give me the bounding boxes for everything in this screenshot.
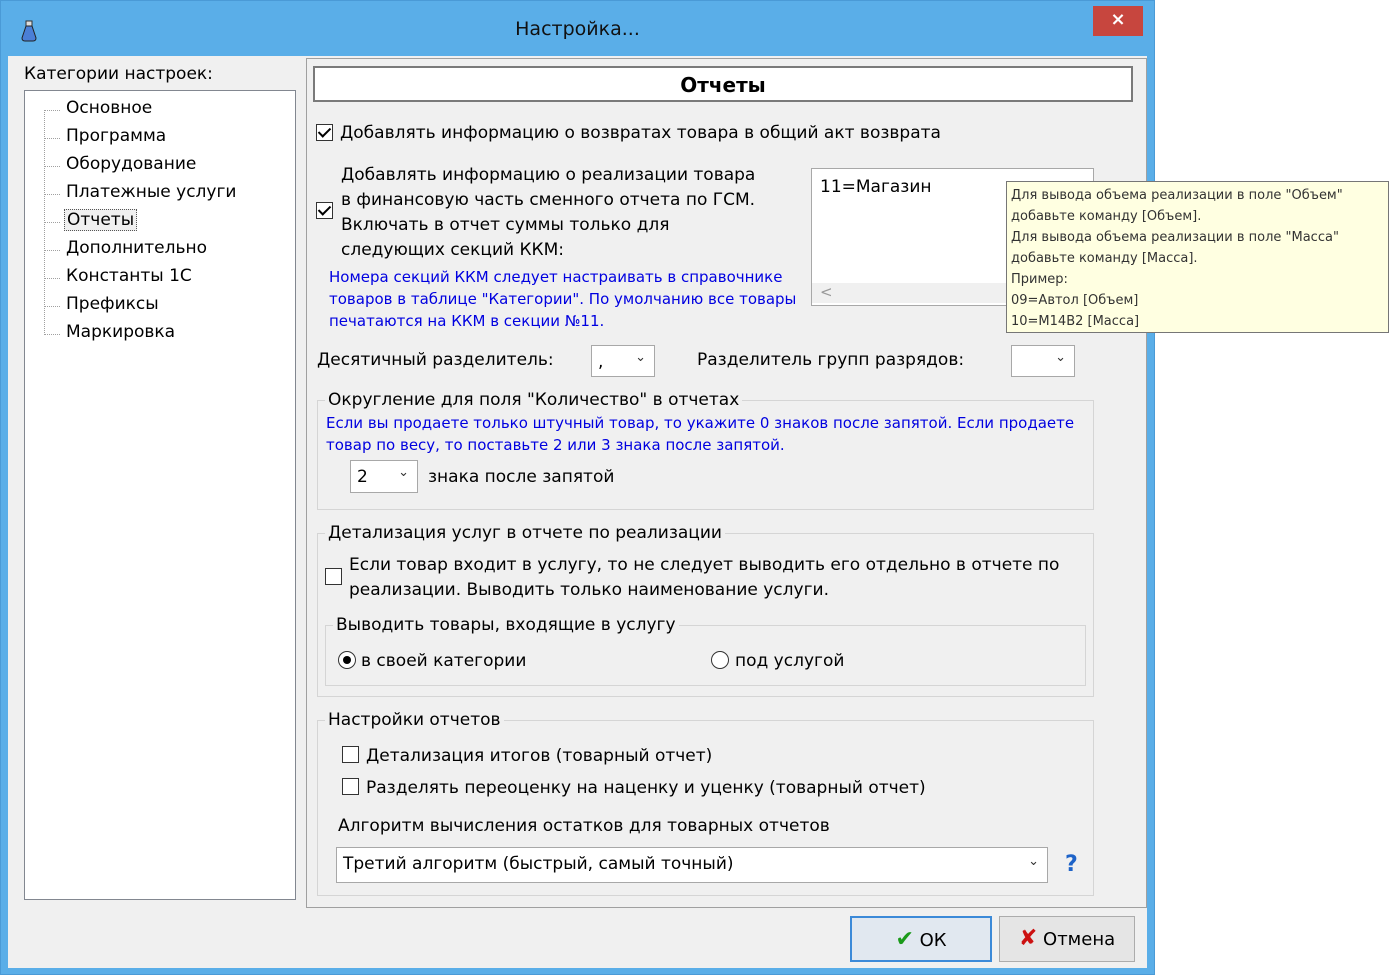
cancel-label: Отмена — [1043, 929, 1116, 950]
tooltip-line: Для вывода объема реализации в поле "Объ… — [1011, 188, 1343, 203]
checkmark-icon: ✔ — [895, 927, 914, 952]
tree-connector — [44, 334, 60, 335]
service-output-title: Выводить товары, входящие в услугу — [333, 615, 679, 635]
service-items-checkbox[interactable] — [325, 568, 342, 585]
window-title: Настройка... — [515, 18, 640, 40]
returns-checkbox[interactable] — [316, 124, 333, 141]
tooltip-line: добавьте команду [Масса]. — [1011, 251, 1198, 266]
report-settings-title: Настройки отчетов — [325, 710, 504, 730]
tree-connector — [44, 166, 60, 167]
sales-label-line2: в финансовую часть сменного отчета по ГС… — [341, 190, 756, 210]
cross-icon: ✘ — [1018, 926, 1038, 951]
tooltip-line: Для вывода объема реализации в поле "Мас… — [1011, 230, 1339, 245]
sales-label-line4: следующих секций ККМ: — [341, 240, 565, 260]
returns-label: Добавлять информацию о возвратах товара … — [340, 123, 941, 143]
tree-connector — [44, 110, 60, 111]
hint-tooltip: Для вывода объема реализации в поле "Объ… — [1006, 181, 1389, 333]
tooltip-line: добавьте команду [Объем]. — [1011, 209, 1202, 224]
under-service-label: под услугой — [735, 651, 845, 671]
tree-connector — [44, 278, 60, 279]
ok-label: ОК — [919, 930, 947, 951]
tree-connector — [44, 194, 60, 195]
help-icon[interactable]: ? — [1065, 852, 1078, 877]
tooltip-line: Пример: — [1011, 272, 1068, 287]
revaluation-split-label: Разделять переоценку на наценку и уценку… — [366, 778, 926, 798]
horizontal-scrollbar[interactable]: < — [812, 283, 1012, 303]
chevron-down-icon: ⌄ — [1055, 350, 1066, 365]
revaluation-split-checkbox[interactable] — [342, 778, 359, 795]
kkm-sections-value: 11=Магазин — [820, 177, 932, 197]
group-separator-select[interactable]: ⌄ — [1011, 345, 1075, 377]
scroll-left-icon[interactable]: < — [820, 283, 833, 301]
tree-item-prefixes[interactable]: Префиксы — [64, 294, 161, 314]
tree-item-program[interactable]: Программа — [64, 126, 168, 146]
tree-item-equipment[interactable]: Оборудование — [64, 154, 198, 174]
decimal-separator-select[interactable]: , ⌄ — [591, 345, 655, 377]
decimal-separator-label: Десятичный разделитель: — [317, 350, 554, 370]
sections-hint-line1: Номера секций ККМ следует настраивать в … — [329, 268, 783, 286]
close-button[interactable]: × — [1093, 6, 1143, 36]
sections-hint-line2: товаров в таблице "Категории". По умолча… — [329, 290, 797, 308]
ok-button[interactable]: ✔ ОК — [850, 916, 992, 962]
chevron-down-icon: ⌄ — [1028, 854, 1039, 869]
own-category-label: в своей категории — [361, 651, 527, 671]
decimal-places-value: 2 — [357, 467, 368, 487]
rounding-group-title: Округление для поля "Количество" в отчет… — [325, 390, 743, 410]
chevron-down-icon: ⌄ — [635, 350, 646, 365]
service-items-label-line1: Если товар входит в услугу, то не следуе… — [349, 555, 1060, 575]
tree-item-payment-services[interactable]: Платежные услуги — [64, 182, 238, 202]
group-separator-label: Разделитель групп разрядов: — [697, 350, 965, 370]
decimal-places-suffix: знака после запятой — [428, 467, 615, 487]
tree-item-marking[interactable]: Маркировка — [64, 322, 177, 342]
decimal-places-select[interactable]: 2 ⌄ — [350, 460, 418, 493]
rounding-hint-line2: товар по весу, то поставьте 2 или 3 знак… — [326, 436, 785, 454]
tree-connector — [44, 250, 60, 251]
algorithm-value: Третий алгоритм (быстрый, самый точный) — [343, 854, 734, 874]
chevron-down-icon: ⌄ — [398, 465, 409, 480]
sales-fuel-checkbox[interactable] — [316, 202, 333, 219]
tooltip-line: 09=Автол [Объем] — [1011, 293, 1139, 308]
rounding-hint-line1: Если вы продаете только штучный товар, т… — [326, 414, 1075, 432]
sections-hint-line3: печатаются на ККМ в секции №11. — [329, 312, 605, 330]
tooltip-line: 10=М14В2 [Масса] — [1011, 314, 1140, 329]
own-category-radio[interactable] — [338, 651, 356, 669]
cancel-button[interactable]: ✘ Отмена — [999, 916, 1135, 962]
services-group-title: Детализация услуг в отчете по реализации — [325, 523, 725, 543]
algorithm-select[interactable]: Третий алгоритм (быстрый, самый точный) … — [336, 847, 1048, 883]
under-service-radio[interactable] — [711, 651, 729, 669]
tree-item-additional[interactable]: Дополнительно — [64, 238, 209, 258]
tree-connector — [44, 138, 60, 139]
tree-connector — [44, 222, 60, 223]
totals-detail-checkbox[interactable] — [342, 746, 359, 763]
section-title: Отчеты — [313, 66, 1133, 102]
tree-item-reports[interactable]: Отчеты — [64, 209, 138, 231]
service-items-label-line2: реализации. Выводить только наименование… — [349, 580, 829, 600]
title-bar[interactable]: Настройка... × — [0, 0, 1155, 56]
tree-item-constants-1c[interactable]: Константы 1С — [64, 266, 194, 286]
decimal-separator-value: , — [598, 352, 604, 372]
categories-label: Категории настроек: — [24, 64, 213, 84]
tree-connector — [44, 306, 60, 307]
sales-label-line1: Добавлять информацию о реализации товара — [341, 165, 756, 185]
algorithm-label: Алгоритм вычисления остатков для товарны… — [338, 816, 830, 836]
tree-item-main[interactable]: Основное — [64, 98, 154, 118]
sales-label-line3: Включать в отчет суммы только для — [341, 215, 670, 235]
totals-detail-label: Детализация итогов (товарный отчет) — [366, 746, 713, 766]
